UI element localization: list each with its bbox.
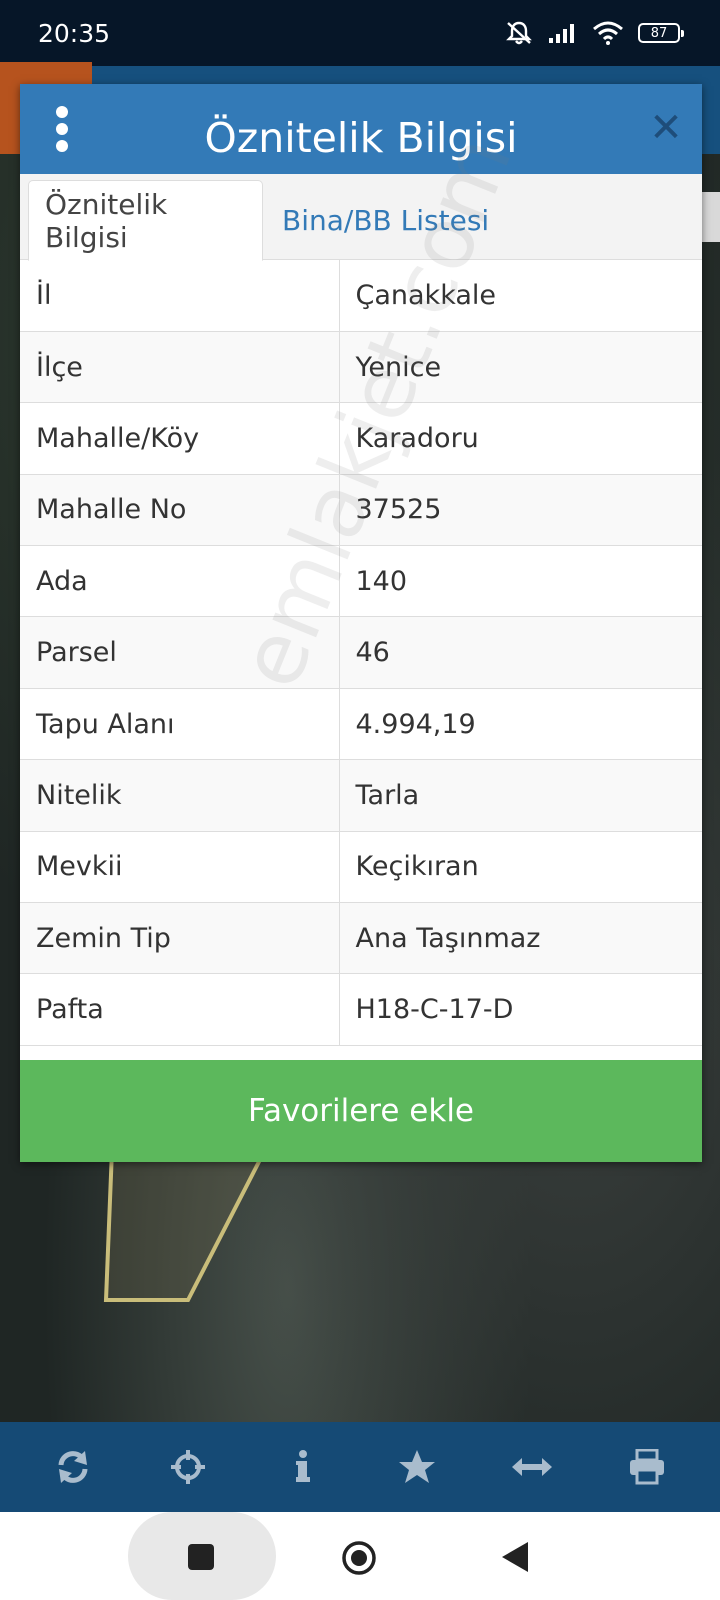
battery-icon: 87 bbox=[638, 23, 684, 43]
attribute-dialog: Öznitelik Bilgisi ✕ Öznitelik Bilgisi Bi… bbox=[20, 84, 702, 1162]
row-key: İlçe bbox=[20, 331, 340, 404]
row-key: Nitelik bbox=[20, 759, 340, 832]
map-side-tab[interactable] bbox=[702, 192, 720, 242]
system-nav-bar bbox=[0, 1512, 720, 1600]
row-key: Mevkii bbox=[20, 831, 340, 904]
row-value: H18-C-17-D bbox=[339, 973, 702, 1046]
table-row: Parsel 46 bbox=[20, 616, 702, 689]
row-value: Tarla bbox=[339, 759, 702, 832]
dialog-header: Öznitelik Bilgisi ✕ bbox=[20, 84, 702, 174]
bottom-toolbar bbox=[0, 1422, 720, 1512]
status-time: 20:35 bbox=[38, 18, 111, 48]
table-row: Pafta H18-C-17-D bbox=[20, 973, 702, 1046]
tab-building-list[interactable]: Bina/BB Listesi bbox=[266, 180, 505, 261]
battery-level: 87 bbox=[650, 25, 668, 41]
row-key: Ada bbox=[20, 545, 340, 618]
star-icon[interactable] bbox=[392, 1442, 442, 1492]
row-value: 37525 bbox=[339, 474, 702, 547]
table-row: Tapu Alanı 4.994,19 bbox=[20, 688, 702, 761]
row-key: İl bbox=[20, 260, 340, 332]
dialog-title: Öznitelik Bilgisi bbox=[204, 114, 518, 162]
row-key: Zemin Tip bbox=[20, 902, 340, 975]
row-value: Karadoru bbox=[339, 402, 702, 475]
signal-icon bbox=[549, 24, 574, 43]
tab-attribute-info[interactable]: Öznitelik Bilgisi bbox=[28, 180, 263, 261]
table-row: İlçe Yenice bbox=[20, 331, 702, 404]
dialog-tabs: Öznitelik Bilgisi Bina/BB Listesi bbox=[20, 174, 702, 261]
row-value: Ana Taşınmaz bbox=[339, 902, 702, 975]
refresh-icon[interactable] bbox=[48, 1442, 98, 1492]
table-row: Ada 140 bbox=[20, 545, 702, 618]
attribute-table: İl Çanakkale İlçe Yenice Mahalle/Köy Karado… bbox=[20, 260, 702, 1046]
print-icon[interactable] bbox=[622, 1442, 672, 1492]
table-row: Nitelik Tarla bbox=[20, 759, 702, 832]
table-row: İl Çanakkale bbox=[20, 260, 702, 332]
table-row: Mahalle No 37525 bbox=[20, 474, 702, 547]
status-icons: 87 bbox=[504, 20, 684, 46]
row-key: Mahalle/Köy bbox=[20, 402, 340, 475]
resize-horizontal-icon[interactable] bbox=[507, 1442, 557, 1492]
table-row: Mahalle/Köy Karadoru bbox=[20, 402, 702, 475]
row-value: Keçikıran bbox=[339, 831, 702, 904]
row-value: 140 bbox=[339, 545, 702, 618]
recent-apps-icon[interactable] bbox=[188, 1544, 214, 1574]
add-to-favorites-button[interactable]: Favorilere ekle bbox=[20, 1060, 702, 1162]
row-key: Pafta bbox=[20, 973, 340, 1046]
row-key: Tapu Alanı bbox=[20, 688, 340, 761]
silent-mode-icon bbox=[506, 21, 532, 45]
row-value: 4.994,19 bbox=[339, 688, 702, 761]
row-value: 46 bbox=[339, 616, 702, 689]
parcel-outline[interactable] bbox=[100, 1150, 290, 1330]
back-icon[interactable] bbox=[502, 1542, 528, 1576]
row-key: Mahalle No bbox=[20, 474, 340, 547]
home-icon[interactable] bbox=[341, 1540, 377, 1580]
row-key: Parsel bbox=[20, 616, 340, 689]
row-value: Yenice bbox=[339, 331, 702, 404]
row-value: Çanakkale bbox=[339, 260, 702, 332]
status-bar: 20:35 87 bbox=[0, 0, 720, 66]
table-row: Zemin Tip Ana Taşınmaz bbox=[20, 902, 702, 975]
wifi-icon bbox=[593, 21, 623, 45]
info-icon[interactable] bbox=[278, 1442, 328, 1492]
table-row: Mevkii Keçikıran bbox=[20, 831, 702, 904]
close-icon[interactable]: ✕ bbox=[648, 108, 684, 148]
crosshair-icon[interactable] bbox=[163, 1442, 213, 1492]
